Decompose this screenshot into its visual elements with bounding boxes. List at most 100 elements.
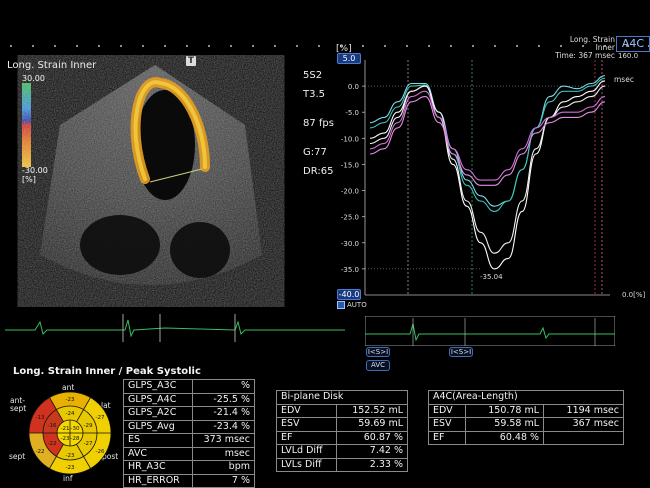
svg-text:-24: -24: [66, 411, 75, 417]
y-tick-label: 0.0: [348, 83, 359, 91]
table-row: EDV 152.52 mL: [275, 403, 408, 418]
table-header: A4C(Area-Length): [428, 390, 624, 405]
metric-label: HR_ERROR: [123, 473, 193, 488]
svg-text:-16: -16: [48, 423, 57, 429]
graph-title: Long. Strain Inner: [569, 35, 615, 52]
metric-label: GLPS_Avg: [123, 419, 193, 434]
svg-text:-21: -21: [61, 426, 70, 432]
metric-value: bpm: [191, 460, 255, 475]
metric-value: 150.78 mL: [465, 403, 545, 418]
svg-text:-28: -28: [71, 436, 80, 442]
metric-label: EF: [427, 430, 467, 445]
metric-label: LVLd Diff: [275, 444, 338, 459]
metric-label: GLPS_A4C: [123, 392, 193, 407]
metric-value: %: [191, 379, 255, 394]
frame-select-button-2[interactable]: I<S>I: [449, 347, 473, 357]
metric-time: [543, 430, 624, 445]
svg-text:-23: -23: [66, 453, 75, 459]
a4c-table: A4C(Area-Length) EDV 150.78 mL 1194 msec ESV…: [427, 390, 624, 445]
svg-text:-27: -27: [84, 441, 93, 447]
metric-label: AVC: [123, 446, 193, 461]
svg-text:-22: -22: [48, 441, 57, 447]
metric-value: -23.4 %: [191, 419, 255, 434]
svg-text:-22: -22: [36, 449, 45, 455]
metric-value: 373 msec: [191, 433, 255, 448]
right-top-value: 160.0: [618, 52, 639, 60]
table-row: GLPS_Avg -23.4 %: [123, 419, 255, 434]
metric-value: -25.5 %: [191, 392, 255, 407]
auto-toggle[interactable]: AUTO: [337, 301, 367, 309]
metric-label: ESV: [275, 417, 338, 432]
metric-value: -21.4 %: [191, 406, 255, 421]
table-row: EF 60.87 %: [275, 430, 408, 445]
ecg-trace-left: [5, 314, 345, 342]
metric-label: EDV: [275, 403, 338, 418]
metric-label: LVLs Diff: [275, 457, 338, 472]
label-sept: sept: [9, 452, 26, 461]
metric-value: 59.69 mL: [336, 417, 408, 432]
svg-text:-29: -29: [84, 423, 93, 429]
svg-text:-23: -23: [66, 465, 75, 471]
biplane-table: Bi-plane Disk EDV 152.52 mL ESV 59.69 mL EF 60…: [275, 390, 408, 472]
label-ant-sept: ant- sept: [10, 396, 27, 413]
table-row: GLPS_A2C -21.4 %: [123, 406, 255, 421]
checkbox-icon: [337, 301, 345, 309]
metric-value: 60.87 %: [336, 430, 408, 445]
graph-header: Long. Strain Inner Time: 367 msec: [551, 36, 615, 60]
metric-value: 59.58 mL: [465, 417, 545, 432]
y-tick-label: -25.0: [341, 214, 359, 222]
table-row: EF 60.48 %: [427, 430, 624, 445]
graph-min-box[interactable]: -40.0: [337, 289, 361, 300]
metric-value: 60.48 %: [465, 430, 545, 445]
metric-value: 152.52 mL: [336, 403, 408, 418]
svg-text:-30: -30: [71, 426, 80, 432]
strain-curve: [369, 96, 606, 186]
graph-time: Time: 367 msec: [555, 51, 615, 60]
table-row: GLPS_A4C -25.5 %: [123, 392, 255, 407]
svg-text:-13: -13: [36, 415, 45, 421]
auto-label: AUTO: [347, 301, 367, 309]
metric-label: EF: [275, 430, 338, 445]
metric-value: 7.42 %: [336, 444, 408, 459]
metric-label: ESV: [427, 417, 467, 432]
svg-text:-23: -23: [66, 397, 75, 403]
metric-label: ES: [123, 433, 193, 448]
echo-image: [40, 65, 262, 285]
svg-text:-27: -27: [96, 415, 105, 421]
strain-graph: 0.0 -5.0 -10.0 -15.0 -20.0 -25.0 -30.0 -35.0 -35…: [341, 60, 610, 296]
avc-button[interactable]: AVC: [366, 360, 390, 371]
metric-label: HR_A3C: [123, 460, 193, 475]
y-tick-label: -35.0: [341, 266, 359, 274]
table-row: LVLd Diff 7.42 %: [275, 444, 408, 459]
peak-label: -35.04: [480, 273, 503, 281]
table-row: LVLs Diff 2.33 %: [275, 457, 408, 472]
bullseye-plot: -23-13 -27 -22 -26-23 -24-16 -29 -22 -27-23 …: [28, 391, 112, 475]
table-row: AVC msec: [123, 446, 255, 461]
metric-label: GLPS_A2C: [123, 406, 193, 421]
svg-text:-26: -26: [96, 449, 105, 455]
metric-time: 367 msec: [543, 417, 624, 432]
table-header-row: A4C(Area-Length): [428, 390, 624, 405]
table-header-row: Bi-plane Disk: [276, 390, 408, 405]
metric-value: 7 %: [191, 473, 255, 488]
svg-text:-23: -23: [61, 436, 70, 442]
table-row: GLPS_A3C%: [123, 379, 255, 394]
table-row: ESV 59.69 mL: [275, 417, 408, 432]
metric-value: 2.33 %: [336, 457, 408, 472]
frame-select-button-1[interactable]: I<S>I: [366, 347, 390, 357]
table-row: HR_A3C bpm: [123, 460, 255, 475]
ecg-trace-right: [365, 316, 615, 346]
table-row: EDV 150.78 mL 1194 msec: [427, 403, 624, 418]
y-tick-label: -30.0: [341, 240, 359, 248]
metric-time: 1194 msec: [543, 403, 624, 418]
y-tick-label: -20.0: [341, 188, 359, 196]
metric-label: GLPS_A3C: [123, 379, 193, 394]
metric-label: EDV: [427, 403, 467, 418]
y-tick-label: -5.0: [345, 109, 359, 117]
table-row: ES 373 msec: [123, 433, 255, 448]
glps-table: GLPS_A3C% GLPS_A4C -25.5 % GLPS_A2C -21.4 % G…: [123, 379, 255, 488]
right-bottom-value: 0.0[%]: [622, 291, 646, 299]
bullseye-title: Long. Strain Inner / Peak Systolic: [13, 366, 201, 377]
metric-value: msec: [191, 446, 255, 461]
table-header: Bi-plane Disk: [276, 390, 408, 405]
